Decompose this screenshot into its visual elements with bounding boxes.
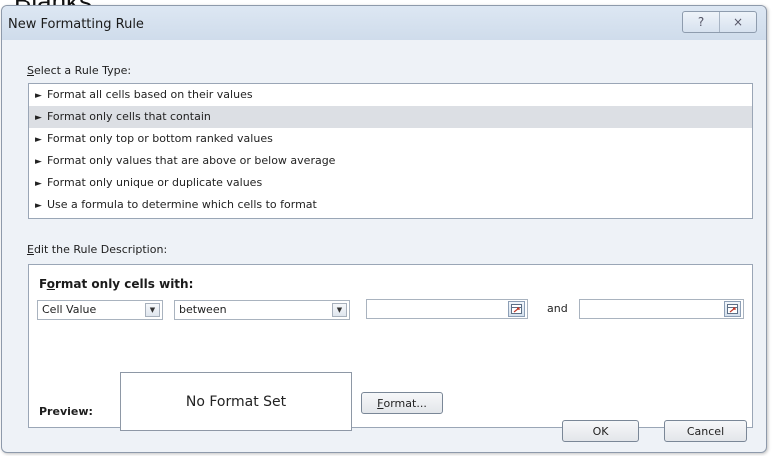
- triangle-right-icon: ►: [35, 201, 42, 211]
- ok-button[interactable]: OK: [562, 420, 639, 442]
- rule-type-item-selected[interactable]: ► Format only cells that contain: [29, 106, 752, 128]
- value2-input[interactable]: [579, 299, 744, 319]
- condition-type-select[interactable]: Cell Value ▼: [37, 300, 163, 320]
- format-button[interactable]: Format...: [361, 392, 443, 414]
- rule-type-label: Select a Rule Type:: [27, 64, 132, 77]
- help-icon[interactable]: ?: [683, 12, 719, 32]
- triangle-right-icon: ►: [35, 157, 42, 167]
- operator-value: between: [179, 303, 227, 316]
- rule-type-item[interactable]: ► Use a formula to determine which cells …: [29, 194, 752, 216]
- and-label: and: [547, 302, 568, 315]
- dropdown-arrow-icon[interactable]: ▼: [145, 303, 160, 317]
- triangle-right-icon: ►: [35, 113, 42, 123]
- rule-type-list[interactable]: ► Format all cells based on their values …: [28, 83, 753, 219]
- new-formatting-rule-dialog: New Formatting Rule ? × Select a Rule Ty…: [1, 5, 767, 453]
- title-bar: New Formatting Rule ? ×: [2, 6, 766, 40]
- rule-description-label: Edit the Rule Description:: [27, 243, 168, 256]
- condition-type-value: Cell Value: [42, 303, 97, 316]
- triangle-right-icon: ►: [35, 135, 42, 145]
- preview-label: Preview:: [39, 405, 93, 418]
- preview-box: No Format Set: [120, 372, 352, 431]
- rule-type-item[interactable]: ► Format only unique or duplicate values: [29, 172, 752, 194]
- operator-select[interactable]: between ▼: [174, 300, 350, 320]
- value1-input[interactable]: [366, 299, 528, 319]
- range-selector-icon[interactable]: [724, 301, 741, 317]
- dropdown-arrow-icon[interactable]: ▼: [332, 303, 347, 317]
- rule-type-item[interactable]: ► Format only values that are above or be…: [29, 150, 752, 172]
- description-heading: Format only cells with:: [39, 277, 194, 291]
- triangle-right-icon: ►: [35, 91, 42, 101]
- triangle-right-icon: ►: [35, 179, 42, 189]
- preview-text: No Format Set: [185, 393, 287, 410]
- rule-type-item[interactable]: ► Format all cells based on their values: [29, 84, 752, 106]
- rule-type-item[interactable]: ► Format only top or bottom ranked values: [29, 128, 752, 150]
- cancel-button[interactable]: Cancel: [664, 420, 747, 442]
- titlebar-buttons: ? ×: [682, 11, 757, 33]
- range-selector-icon[interactable]: [508, 301, 525, 317]
- dialog-title: New Formatting Rule: [8, 17, 144, 32]
- close-icon[interactable]: ×: [719, 12, 756, 32]
